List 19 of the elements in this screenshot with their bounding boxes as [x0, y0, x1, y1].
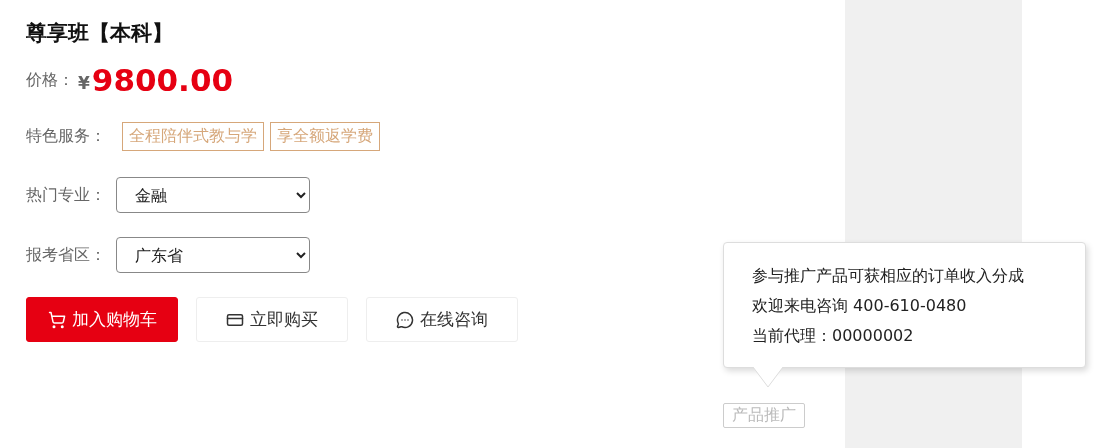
price-label: 价格：: [26, 69, 74, 91]
product-title: 尊享班【本科】: [26, 20, 174, 47]
cart-icon: [47, 310, 66, 329]
price-amount: 9800.00: [91, 62, 234, 98]
chat-bubble-icon: [396, 310, 414, 329]
services-label: 特色服务：: [26, 126, 106, 147]
consult-button[interactable]: 在线咨询: [366, 297, 518, 342]
currency-symbol: ¥: [78, 73, 90, 93]
select-label: 热门专业：: [26, 184, 106, 206]
add-to-cart-button[interactable]: 加入购物车: [26, 297, 178, 342]
dropdown-select[interactable]: 金融: [116, 177, 310, 213]
tooltip-text: 参与推广产品可获相应的订单收入分成: [752, 265, 1025, 287]
service-tag: 全程陪伴式教与学: [122, 122, 264, 151]
tooltip-text: 欢迎来电咨询 400-610-0480: [752, 295, 968, 317]
tooltip-text: 当前代理：00000002: [752, 325, 915, 347]
select-label: 报考省区：: [26, 244, 106, 266]
dropdown-select[interactable]: 广东省: [116, 237, 310, 273]
buy-now-button[interactable]: 立即购买: [196, 297, 348, 342]
service-tag: 享全额返学费: [270, 122, 380, 151]
